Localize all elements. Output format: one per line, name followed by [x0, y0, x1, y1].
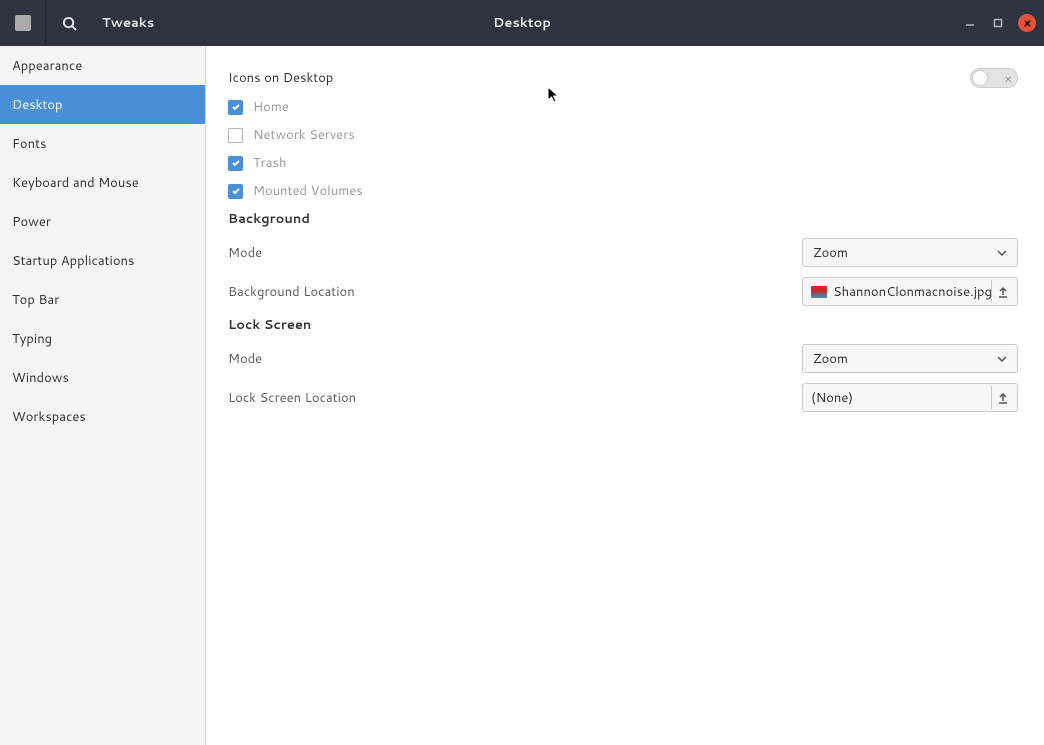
- section-title-background: Background: [228, 210, 1018, 228]
- checkbox-mounted-volumes[interactable]: [228, 184, 243, 199]
- upload-button[interactable]: [991, 386, 1013, 409]
- sidebar-item-power[interactable]: Power: [0, 202, 205, 241]
- app-title: Tweaks: [102, 14, 154, 32]
- ls-mode-value: Zoom: [813, 350, 848, 368]
- check-icon: [231, 186, 241, 196]
- section-title-icons: Icons on Desktop: [228, 69, 333, 87]
- checkbox-row-network-servers: Network Servers: [228, 126, 1018, 144]
- sidebar-item-top-bar[interactable]: Top Bar: [0, 280, 205, 319]
- sidebar-item-desktop[interactable]: Desktop: [0, 85, 205, 124]
- image-thumb-icon: [811, 286, 827, 298]
- upload-button[interactable]: [991, 280, 1013, 303]
- close-button[interactable]: [1018, 14, 1036, 32]
- checkbox-network-servers[interactable]: [228, 128, 243, 143]
- app-menu-button[interactable]: [0, 0, 46, 46]
- titlebar: Tweaks Desktop: [0, 0, 1044, 46]
- sidebar-item-fonts[interactable]: Fonts: [0, 124, 205, 163]
- sidebar: AppearanceDesktopFontsKeyboard and Mouse…: [0, 46, 206, 745]
- maximize-icon: [993, 18, 1003, 28]
- upload-icon: [997, 286, 1009, 298]
- sidebar-item-appearance[interactable]: Appearance: [0, 46, 205, 85]
- checkbox-label: Mounted Volumes: [253, 182, 363, 200]
- sidebar-item-keyboard-and-mouse[interactable]: Keyboard and Mouse: [0, 163, 205, 202]
- sidebar-item-windows[interactable]: Windows: [0, 358, 205, 397]
- check-icon: [231, 102, 241, 112]
- app-icon: [15, 15, 31, 31]
- checkbox-row-mounted-volumes: Mounted Volumes: [228, 182, 1018, 200]
- bg-mode-value: Zoom: [813, 244, 848, 262]
- content-area: Icons on Desktop × Home Network Servers Tr…: [206, 46, 1044, 745]
- sidebar-item-startup-applications[interactable]: Startup Applications: [0, 241, 205, 280]
- bg-mode-label: Mode: [228, 244, 262, 262]
- ls-location-picker[interactable]: (None): [802, 383, 1018, 412]
- check-icon: [231, 158, 241, 168]
- bg-location-label: Background Location: [228, 283, 355, 301]
- checkbox-home[interactable]: [228, 100, 243, 115]
- checkbox-label: Home: [253, 98, 289, 116]
- upload-icon: [997, 392, 1009, 404]
- section-title-lockscreen: Lock Screen: [228, 316, 1018, 334]
- toggle-knob: [972, 70, 988, 86]
- ls-mode-label: Mode: [228, 350, 262, 368]
- search-button[interactable]: [46, 0, 92, 46]
- ls-mode-select[interactable]: Zoom: [802, 344, 1018, 373]
- checkbox-trash[interactable]: [228, 156, 243, 171]
- sidebar-item-workspaces[interactable]: Workspaces: [0, 397, 205, 436]
- checkbox-row-home: Home: [228, 98, 1018, 116]
- bg-location-value: ShannonClonmacnoise.jpg: [833, 283, 991, 301]
- chevron-down-icon: [997, 250, 1007, 256]
- bg-mode-select[interactable]: Zoom: [802, 238, 1018, 267]
- window-title: Desktop: [493, 14, 551, 32]
- maximize-button[interactable]: [990, 15, 1006, 31]
- chevron-down-icon: [997, 356, 1007, 362]
- checkbox-row-trash: Trash: [228, 154, 1018, 172]
- checkbox-label: Trash: [253, 154, 287, 172]
- sidebar-item-typing[interactable]: Typing: [0, 319, 205, 358]
- icons-toggle[interactable]: ×: [970, 68, 1018, 88]
- search-icon: [62, 16, 77, 31]
- toggle-off-label: ×: [1004, 70, 1012, 87]
- bg-location-picker[interactable]: ShannonClonmacnoise.jpg: [802, 277, 1018, 306]
- ls-location-value: (None): [811, 389, 853, 407]
- ls-location-label: Lock Screen Location: [228, 389, 356, 407]
- minimize-button[interactable]: [962, 15, 978, 31]
- minimize-icon: [965, 18, 975, 28]
- checkbox-label: Network Servers: [253, 126, 355, 144]
- close-icon: [1023, 19, 1032, 28]
